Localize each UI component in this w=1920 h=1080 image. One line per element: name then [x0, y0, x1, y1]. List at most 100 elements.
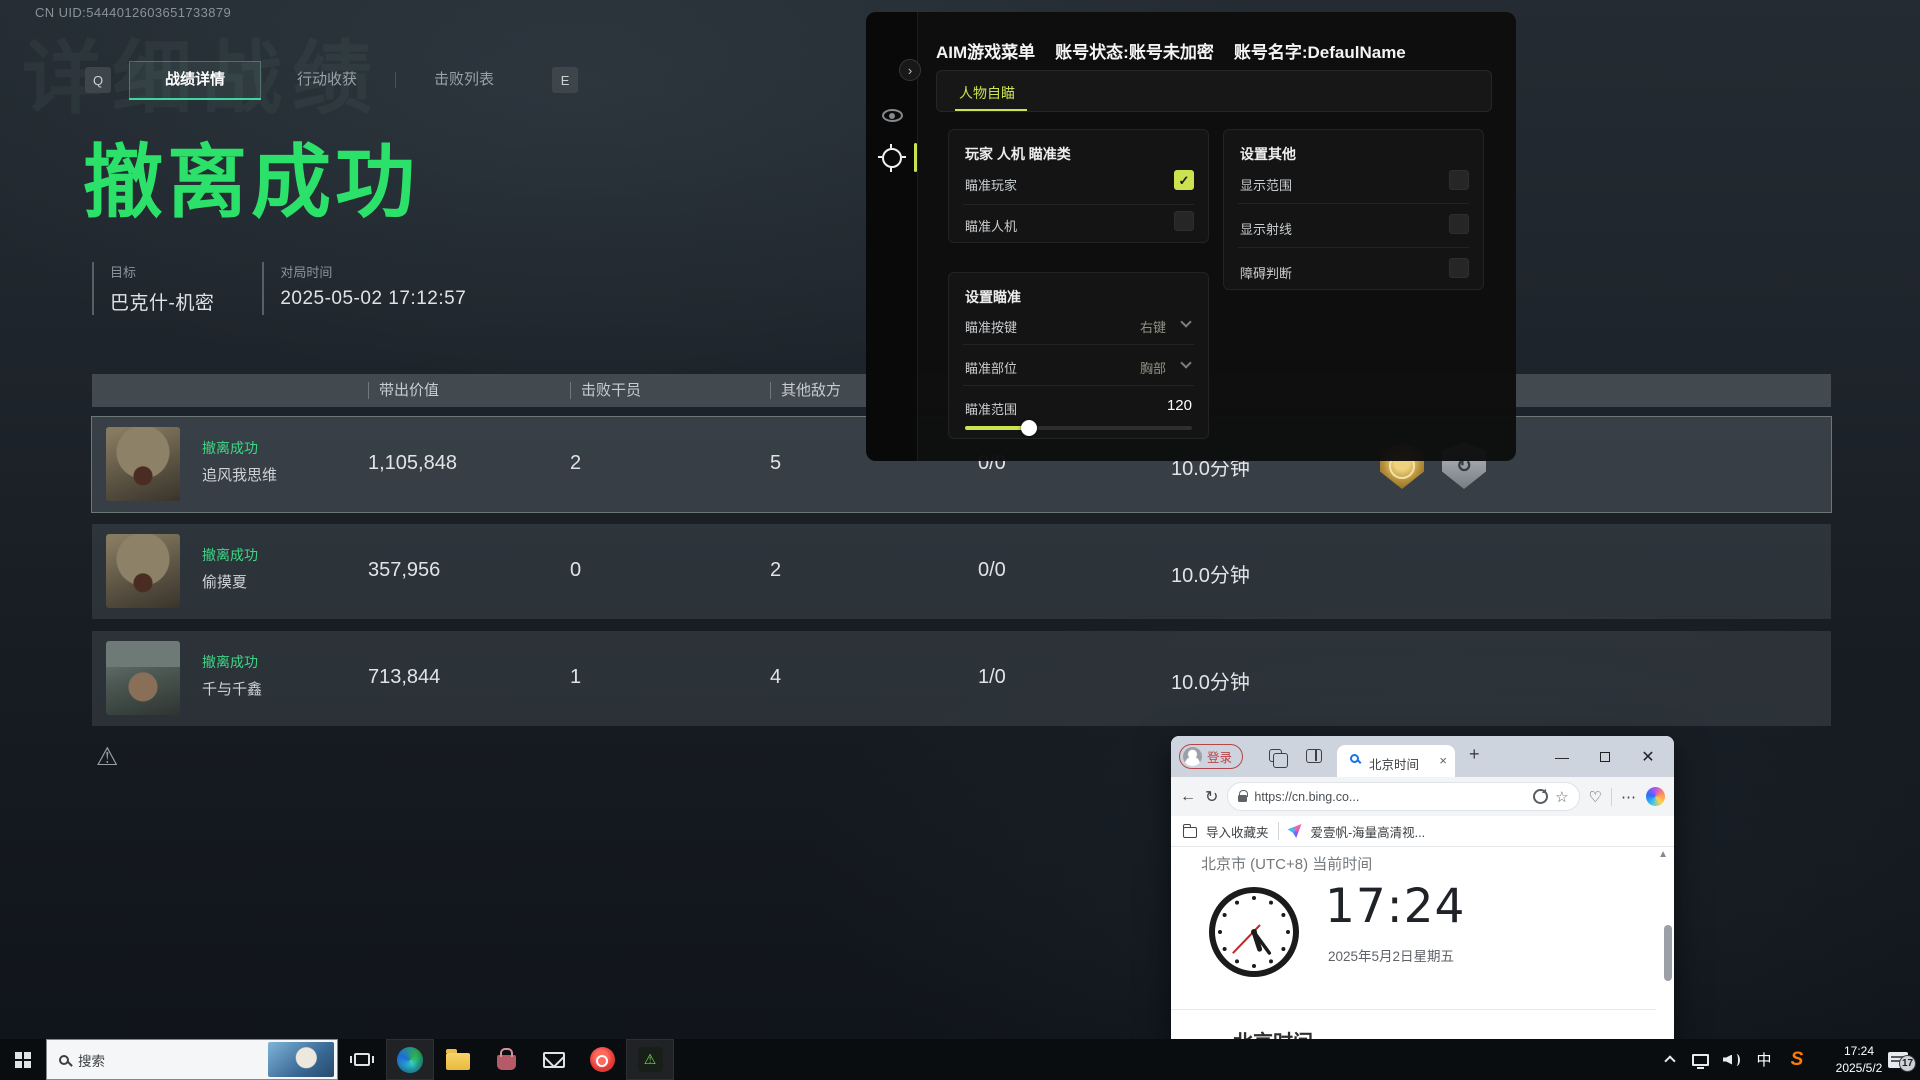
match-duration: 10.0分钟 [1171, 666, 1250, 695]
divider [1278, 822, 1279, 840]
file-explorer-button[interactable] [434, 1039, 482, 1080]
info-value: 2025-05-02 17:12:57 [280, 288, 466, 310]
show-hidden-icons-button[interactable] [1656, 1039, 1684, 1080]
divider [1611, 788, 1612, 806]
slider-thumb[interactable] [1021, 420, 1037, 436]
slider-fill [965, 426, 1029, 430]
red-app-button[interactable] [578, 1039, 626, 1080]
aim-key-value[interactable]: 右键 [1140, 317, 1166, 336]
notification-center-button[interactable]: 17 [1878, 1039, 1918, 1080]
search-favicon-icon [1350, 754, 1359, 763]
section-title: 设置其他 [1240, 144, 1296, 164]
browser-essentials-icon[interactable]: ♡ [1589, 788, 1602, 806]
avatar [1183, 747, 1202, 766]
mail-button[interactable] [530, 1039, 578, 1080]
tab-action-loot[interactable]: 行动收获 [261, 61, 393, 99]
new-tab-button[interactable]: + [1469, 744, 1480, 765]
volume-tray-button[interactable] [1718, 1039, 1746, 1080]
ime-mode-button[interactable]: 中 [1750, 1039, 1778, 1080]
player-avatar [106, 641, 180, 715]
workspaces-icon[interactable] [1269, 749, 1282, 762]
import-favorites-icon [1183, 827, 1197, 838]
store-button[interactable] [482, 1039, 530, 1080]
info-match-time: 对局时间 2025-05-02 17:12:57 [262, 262, 466, 315]
checkbox-aim-bots[interactable] [1174, 211, 1194, 231]
section-target-types: 玩家 人机 瞄准类 瞄准玩家 ✓ 瞄准人机 [948, 129, 1209, 243]
checkbox-aim-players[interactable]: ✓ [1174, 170, 1194, 190]
browser-tab-strip: 登录 北京时间 × + — ✕ [1171, 736, 1674, 777]
chevron-up-icon [1664, 1055, 1675, 1066]
aim-bone-value[interactable]: 胸部 [1140, 358, 1166, 377]
player-uid: CN UID:5444012603651733879 [35, 5, 231, 20]
option-aim-key: 瞄准按键 [965, 317, 1017, 336]
divider [963, 204, 1194, 205]
active-tab-underline [955, 109, 1027, 111]
tab-battle-details[interactable]: 战绩详情 [129, 61, 261, 99]
collapse-arrow-button[interactable]: › [899, 59, 921, 81]
other-enemies: 2 [770, 559, 781, 582]
taskbar-search-box[interactable]: 搜索 [46, 1039, 338, 1080]
option-show-ray: 显示射线 [1240, 219, 1292, 238]
profile-login-button[interactable]: 登录 [1179, 744, 1243, 769]
analog-clock [1207, 885, 1301, 984]
checkbox-show-range[interactable] [1449, 170, 1469, 190]
start-button[interactable] [0, 1039, 46, 1080]
table-row[interactable]: 撤离成功 偷摸夏 357,956 0 2 0/0 10.0分钟 [92, 524, 1831, 619]
bookmark-aiyifan[interactable]: 爱壹帆-海量高清视... [1311, 822, 1426, 841]
scroll-up-arrow[interactable]: ▲ [1658, 849, 1668, 860]
aim-range-value: 120 [1167, 397, 1192, 414]
table-row[interactable]: 撤离成功 千与千鑫 713,844 1 4 1/0 10.0分钟 [92, 631, 1831, 726]
tab-actions-icon[interactable] [1306, 749, 1322, 763]
player-name: 偷摸夏 [202, 571, 247, 592]
maximize-button[interactable] [1586, 736, 1624, 777]
sogou-input-button[interactable]: S [1782, 1039, 1812, 1080]
loader-app-button[interactable]: ⚠ [626, 1039, 674, 1080]
scrollbar-thumb[interactable] [1664, 925, 1672, 981]
account-status: 账号状态:账号未加密 [1055, 38, 1214, 63]
bookmarks-bar: 导入收藏夹 爱壹帆-海量高清视... [1171, 816, 1674, 847]
checkbox-obstacle-check[interactable] [1449, 258, 1469, 278]
minimize-button[interactable]: — [1543, 736, 1581, 777]
search-label: 搜索 [78, 1050, 105, 1070]
option-aim-bone: 瞄准部位 [965, 358, 1017, 377]
browser-tab-active[interactable]: 北京时间 × [1337, 745, 1455, 777]
bookmark-import-favorites[interactable]: 导入收藏夹 [1206, 822, 1269, 841]
tab-defeat-list[interactable]: 击败列表 [398, 61, 530, 99]
current-time: 17:24 [1325, 879, 1465, 934]
chevron-down-icon[interactable] [1180, 316, 1191, 327]
copilot-icon[interactable] [1646, 787, 1665, 806]
aim-range-slider[interactable] [965, 426, 1192, 430]
settings-more-icon[interactable]: ⋯ [1621, 788, 1637, 806]
tab-character-aimbot[interactable]: 人物自瞄 [959, 83, 1015, 103]
screen: 详细战绩 CN UID:5444012603651733879 Q 战绩详情 行… [0, 0, 1920, 1080]
row-status: 撤离成功 [202, 438, 258, 458]
url-text[interactable]: https://cn.bing.co... [1254, 790, 1526, 804]
carry-value: 357,956 [368, 559, 440, 582]
crosshair-icon[interactable] [882, 148, 902, 168]
edge-taskbar-button[interactable] [386, 1039, 434, 1080]
task-view-button[interactable] [338, 1039, 386, 1080]
player-name: 追风我思维 [202, 464, 277, 485]
chevron-down-icon[interactable] [1180, 357, 1191, 368]
divider [963, 385, 1194, 386]
address-bar[interactable]: https://cn.bing.co... ☆ [1227, 782, 1579, 811]
eye-icon[interactable] [882, 109, 903, 122]
favorite-star-icon[interactable]: ☆ [1555, 788, 1568, 806]
page-refresh-icon[interactable] [1533, 789, 1548, 804]
browser-toolbar: ← ↻ https://cn.bing.co... ☆ ♡ ⋯ [1171, 777, 1674, 816]
close-button[interactable]: ✕ [1629, 736, 1667, 777]
checkbox-show-ray[interactable] [1449, 214, 1469, 234]
windows-taskbar: 搜索 ⚠ 中 S 17:24 2025/5/2 17 [0, 1039, 1920, 1080]
folder-icon [446, 1053, 470, 1070]
refresh-button[interactable]: ↻ [1205, 787, 1218, 807]
section-title: 玩家 人机 瞄准类 [965, 144, 1071, 164]
kd-ratio: 1/0 [978, 666, 1006, 689]
tab-close-icon[interactable]: × [1439, 753, 1447, 768]
back-button[interactable]: ← [1180, 788, 1196, 806]
match-info: 目标 巴克什-机密 对局时间 2025-05-02 17:12:57 [92, 262, 466, 315]
shopping-bag-icon [497, 1055, 516, 1070]
search-highlight-image[interactable] [268, 1042, 334, 1077]
network-tray-button[interactable] [1686, 1039, 1714, 1080]
lock-icon [1238, 795, 1247, 802]
warning-icon[interactable]: ⚠ [96, 742, 118, 772]
